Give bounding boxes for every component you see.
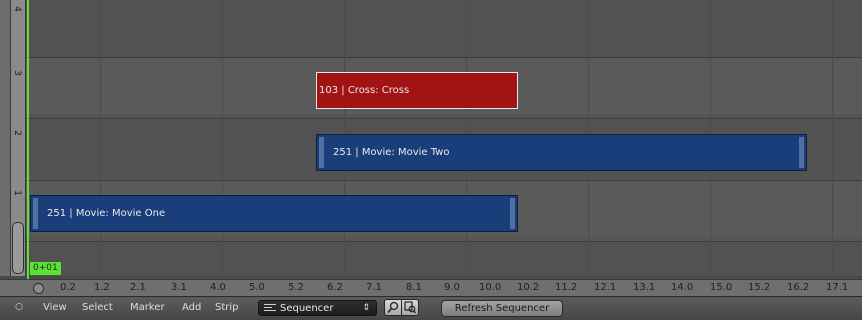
channel-ruler[interactable]: 0 1 2 3 4	[0, 0, 27, 276]
time-tick: 4.0	[210, 282, 226, 293]
grid-line	[100, 0, 101, 276]
time-tick: 6.2	[327, 282, 343, 293]
channel-divider	[26, 241, 862, 242]
time-ruler[interactable]: 0.2 1.2 2.1 3.1 4.0 5.0 5.2 6.2 7.1 8.1 …	[0, 279, 862, 297]
frame-overlay-icon	[404, 301, 416, 314]
time-tick: 2.1	[130, 282, 146, 293]
channel-label-1: 1	[12, 190, 22, 196]
movie-strip-one[interactable]: 251 | Movie: Movie One	[30, 195, 518, 232]
time-tick: 9.0	[444, 282, 460, 293]
ruler-start-marker	[33, 283, 44, 294]
strip-label: 103 | Cross: Cross	[319, 85, 410, 96]
preview-toggle-button[interactable]	[384, 299, 402, 316]
view-type-select[interactable]: Sequencer ⇕	[258, 300, 377, 316]
sequencer-editor: 0 1 2 3 4 103 | Cross: Cross 251 | Movie…	[0, 0, 862, 320]
time-tick: 10.2	[517, 282, 540, 293]
vertical-scrollbar[interactable]	[12, 222, 24, 274]
playhead[interactable]	[27, 0, 29, 280]
time-tick: 12.1	[594, 282, 617, 293]
grid-line	[832, 0, 833, 276]
strip-left-handle[interactable]	[319, 137, 324, 168]
time-tick: 1.2	[94, 282, 110, 293]
time-tick: 15.0	[710, 282, 733, 293]
menu-marker[interactable]: Marker	[130, 301, 165, 315]
strip-left-handle[interactable]	[33, 198, 38, 229]
editor-type-icon[interactable]: ○	[14, 302, 24, 312]
cross-strip[interactable]: 103 | Cross: Cross	[316, 72, 518, 109]
magnifier-icon	[387, 301, 399, 314]
view-type-label: Sequencer	[280, 303, 334, 314]
editor-header: ○ View Select Marker Add Strip Sequencer…	[0, 296, 862, 320]
time-tick: 8.1	[406, 282, 422, 293]
overlay-toggle-button[interactable]	[401, 299, 419, 316]
menu-add[interactable]: Add	[182, 301, 201, 315]
strip-right-handle[interactable]	[510, 198, 515, 229]
menu-strip[interactable]: Strip	[215, 301, 239, 315]
time-tick: 10.0	[479, 282, 502, 293]
time-tick: 13.1	[633, 282, 656, 293]
time-tick: 15.2	[748, 282, 771, 293]
time-tick: 0.2	[60, 282, 76, 293]
time-tick: 14.0	[671, 282, 694, 293]
channel-divider	[26, 180, 862, 181]
time-tick: 11.2	[555, 282, 578, 293]
menu-view[interactable]: View	[43, 301, 67, 315]
channel-divider	[26, 118, 862, 119]
time-tick: 5.0	[249, 282, 265, 293]
time-tick: 16.2	[787, 282, 810, 293]
updown-arrows-icon: ⇕	[362, 303, 370, 313]
current-frame-indicator: 0+01	[30, 262, 61, 275]
movie-strip-two[interactable]: 251 | Movie: Movie Two	[316, 134, 807, 171]
channel-label-4: 4	[12, 6, 22, 12]
time-tick: 3.1	[171, 282, 187, 293]
refresh-sequencer-button[interactable]: Refresh Sequencer	[441, 300, 563, 317]
time-tick: 17.1	[826, 282, 849, 293]
time-tick: 7.1	[366, 282, 382, 293]
menu-select[interactable]: Select	[82, 301, 113, 315]
channel-band-0	[26, 241, 862, 276]
channel-band-4	[26, 0, 862, 57]
sequencer-icon	[264, 304, 276, 313]
strip-label: 251 | Movie: Movie Two	[333, 147, 450, 158]
time-tick: 5.2	[288, 282, 304, 293]
strip-right-handle[interactable]	[799, 137, 804, 168]
channel-divider	[26, 57, 862, 58]
grid-line	[222, 0, 223, 276]
strip-label: 251 | Movie: Movie One	[47, 208, 166, 219]
channel-label-3: 3	[12, 70, 22, 76]
channel-label-2: 2	[12, 130, 22, 136]
